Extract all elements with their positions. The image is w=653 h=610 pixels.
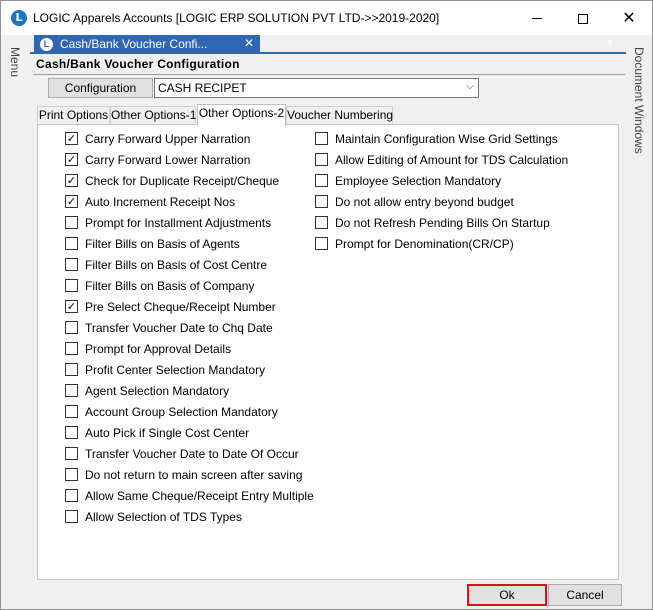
tab-other-options-1[interactable]: Other Options-1 <box>110 106 196 125</box>
header-divider <box>33 74 625 75</box>
voucher-config-form: Cash/Bank Voucher Configuration Configur… <box>30 54 626 609</box>
app-logo-icon: L <box>40 38 53 51</box>
option-checkbox[interactable] <box>315 216 328 229</box>
checkbox-checked-icon[interactable]: ✓ <box>65 300 78 313</box>
option-label: Transfer Voucher Date to Chq Date <box>85 321 273 335</box>
option-label: Check for Duplicate Receipt/Cheque <box>85 174 280 188</box>
option-checkbox[interactable] <box>65 237 78 250</box>
cancel-button[interactable]: Cancel <box>548 584 622 606</box>
close-icon[interactable]: ✕ <box>244 36 254 50</box>
option-label: Filter Bills on Basis of Agents <box>85 237 240 251</box>
option-checkbox[interactable] <box>65 489 78 502</box>
option-checkbox[interactable] <box>65 384 78 397</box>
option-label: Maintain Configuration Wise Grid Setting… <box>335 132 558 146</box>
option-label: Filter Bills on Basis of Company <box>85 279 255 293</box>
option-label: Allow Selection of TDS Types <box>85 510 242 524</box>
option-label: Do not return to main screen after savin… <box>85 468 303 482</box>
checkbox-checked-icon[interactable]: ✓ <box>65 153 78 166</box>
checkbox-checked-icon[interactable]: ✓ <box>65 132 78 145</box>
maximize-icon <box>578 13 588 24</box>
document-tab[interactable]: L Cash/Bank Voucher Confi... ✕ <box>34 35 260 54</box>
tab-other-options-2[interactable]: Other Options-2 <box>197 104 286 126</box>
ok-button[interactable]: Ok <box>467 584 547 606</box>
checkbox-checked-icon[interactable]: ✓ <box>65 195 78 208</box>
document-tab-label: Cash/Bank Voucher Confi... <box>60 37 208 51</box>
configuration-select[interactable]: CASH RECIPET ⌵ <box>154 78 479 98</box>
other-options-2-panel: ✓ Carry Forward Upper Narration ✓ Carry For… <box>37 124 619 580</box>
document-tab-strip: L Cash/Bank Voucher Confi... ✕ ▼ <box>30 35 626 54</box>
option-checkbox[interactable] <box>65 426 78 439</box>
app-window: L LOGIC Apparels Accounts [LOGIC ERP SOL… <box>0 0 653 610</box>
option-checkbox[interactable] <box>65 510 78 523</box>
option-checkbox[interactable] <box>65 258 78 271</box>
option-label: Do not Refresh Pending Bills On Startup <box>335 216 550 230</box>
checkbox-checked-icon[interactable]: ✓ <box>65 174 78 187</box>
option-checkbox[interactable] <box>65 447 78 460</box>
option-checkbox[interactable] <box>65 321 78 334</box>
configuration-select-value: CASH RECIPET <box>158 81 247 95</box>
option-label: Do not allow entry beyond budget <box>335 195 514 209</box>
option-checkbox[interactable] <box>315 195 328 208</box>
option-label: Prompt for Installment Adjustments <box>85 216 272 230</box>
app-logo-icon: L <box>11 10 27 26</box>
option-checkbox[interactable] <box>65 279 78 292</box>
tab-voucher-numbering[interactable]: Voucher Numbering <box>286 106 393 125</box>
option-label: Prompt for Approval Details <box>85 342 232 356</box>
menu-rail[interactable] <box>2 35 29 609</box>
option-checkbox[interactable] <box>65 342 78 355</box>
option-checkbox[interactable] <box>315 174 328 187</box>
window-title: LOGIC Apparels Accounts [LOGIC ERP SOLUT… <box>33 11 440 25</box>
option-label: Prompt for Denomination(CR/CP) <box>335 237 514 251</box>
menu-label[interactable]: Menu <box>8 47 22 77</box>
option-label: Profit Center Selection Mandatory <box>85 363 266 377</box>
option-label: Agent Selection Mandatory <box>85 384 230 398</box>
option-label: Filter Bills on Basis of Cost Centre <box>85 258 268 272</box>
option-label: Carry Forward Upper Narration <box>85 132 251 146</box>
title-bar: L LOGIC Apparels Accounts [LOGIC ERP SOL… <box>1 1 652 35</box>
close-button[interactable]: ✕ <box>606 1 652 35</box>
close-icon: ✕ <box>622 8 636 27</box>
option-checkbox[interactable] <box>65 363 78 376</box>
option-checkbox[interactable] <box>315 237 328 250</box>
chevron-down-icon: ⌵ <box>466 81 474 92</box>
option-checkbox[interactable] <box>65 216 78 229</box>
option-checkbox[interactable] <box>315 153 328 166</box>
option-label: Account Group Selection Mandatory <box>85 405 278 419</box>
minimize-button[interactable] <box>514 1 560 35</box>
option-checkbox[interactable] <box>65 468 78 481</box>
option-label: Auto Increment Receipt Nos <box>85 195 236 209</box>
option-label: Transfer Voucher Date to Date Of Occur <box>85 447 299 461</box>
minimize-icon <box>532 18 542 19</box>
option-label: Auto Pick if Single Cost Center <box>85 426 250 440</box>
tab-print-options[interactable]: Print Options <box>37 106 110 125</box>
option-label: Carry Forward Lower Narration <box>85 153 251 167</box>
option-label: Employee Selection Mandatory <box>335 174 502 188</box>
option-checkbox[interactable] <box>65 405 78 418</box>
document-windows-label[interactable]: Document Windows <box>632 47 646 154</box>
chevron-down-icon[interactable]: ▼ <box>607 38 613 47</box>
maximize-button[interactable] <box>560 1 606 35</box>
option-label: Allow Same Cheque/Receipt Entry Multiple <box>85 489 314 503</box>
option-label: Pre Select Cheque/Receipt Number <box>85 300 276 314</box>
configuration-button[interactable]: Configuration <box>48 78 153 98</box>
options-tabs: Print Options Other Options-1 Other Opti… <box>37 104 617 126</box>
page-title: Cash/Bank Voucher Configuration <box>36 57 240 71</box>
option-label: Allow Editing of Amount for TDS Calculat… <box>335 153 569 167</box>
option-checkbox[interactable] <box>315 132 328 145</box>
